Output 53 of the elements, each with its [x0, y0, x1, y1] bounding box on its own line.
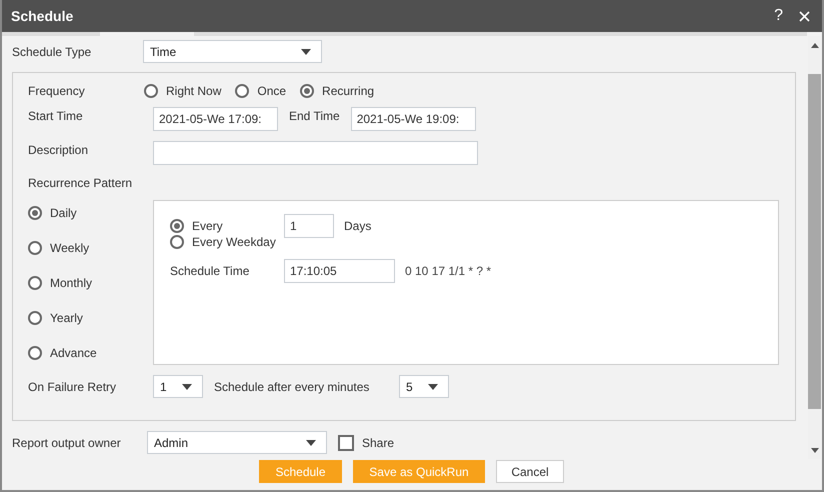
- schedule-time-field[interactable]: 17:10:05: [284, 259, 395, 283]
- radio-button[interactable]: [170, 235, 184, 249]
- caret-icon: [428, 384, 438, 390]
- every-days-field[interactable]: 1: [284, 214, 334, 238]
- radio-label: Right Now: [166, 84, 222, 98]
- radio-button[interactable]: [235, 84, 250, 98]
- unit-label: Days: [344, 219, 372, 233]
- dialog-button[interactable]: Cancel: [496, 460, 564, 483]
- field-label: Schedule Type: [12, 44, 92, 58]
- radio-button[interactable]: [170, 219, 184, 233]
- start-time-field[interactable]: 2021-05-We 17:09:: [153, 107, 278, 131]
- schedule-type-dropdown[interactable]: Time: [143, 40, 322, 63]
- description-field[interactable]: [153, 141, 478, 165]
- radio-button[interactable]: [144, 84, 158, 98]
- radio-label: Daily: [50, 206, 77, 220]
- radio-label: Weekly: [50, 241, 90, 255]
- scroll-down-icon[interactable]: [810, 448, 818, 453]
- field-label: Schedule after every minutes: [214, 380, 370, 394]
- end-time-field[interactable]: 2021-05-We 19:09:: [350, 107, 476, 131]
- caret-icon: [182, 384, 192, 390]
- checkbox-label: Share: [362, 436, 394, 450]
- radio-label: Recurring: [322, 84, 374, 98]
- radio-label: Advance: [50, 346, 97, 360]
- field-label: End Time: [289, 109, 340, 123]
- radio-label: Monthly: [50, 276, 92, 290]
- radio-button[interactable]: [28, 241, 42, 255]
- radio-button[interactable]: [28, 206, 42, 220]
- window-title: Schedule: [11, 8, 74, 24]
- radio-button[interactable]: [300, 84, 314, 98]
- radio-label: Yearly: [50, 311, 83, 325]
- field-label: Recurrence Pattern: [28, 176, 132, 190]
- scroll-up-icon[interactable]: [810, 43, 818, 48]
- field-label: Description: [28, 143, 90, 157]
- cron-expression: 0 10 17 1/1 * ? *: [405, 264, 492, 278]
- radio-label: Once: [257, 84, 286, 98]
- help-button[interactable]: ?: [774, 7, 783, 25]
- field-label: On Failure Retry: [28, 380, 118, 394]
- radio-button[interactable]: [28, 346, 42, 360]
- interval-dropdown[interactable]: 5: [399, 375, 449, 398]
- caret-icon: [306, 440, 316, 446]
- radio-label: Every: [192, 219, 223, 233]
- field-label: Start Time: [28, 109, 84, 123]
- field-label: Report output owner: [12, 436, 122, 450]
- field-label: Schedule Time: [170, 264, 250, 278]
- caret-icon: [301, 48, 311, 54]
- share-checkbox[interactable]: [338, 434, 354, 450]
- owner-dropdown[interactable]: Admin: [147, 431, 327, 454]
- radio-label: Every Weekday: [192, 235, 276, 249]
- radio-button[interactable]: [28, 311, 42, 325]
- retry-dropdown[interactable]: 1: [153, 375, 203, 398]
- close-icon[interactable]: [799, 10, 810, 22]
- radio-button[interactable]: [28, 276, 42, 290]
- field-label: Frequency: [28, 84, 86, 98]
